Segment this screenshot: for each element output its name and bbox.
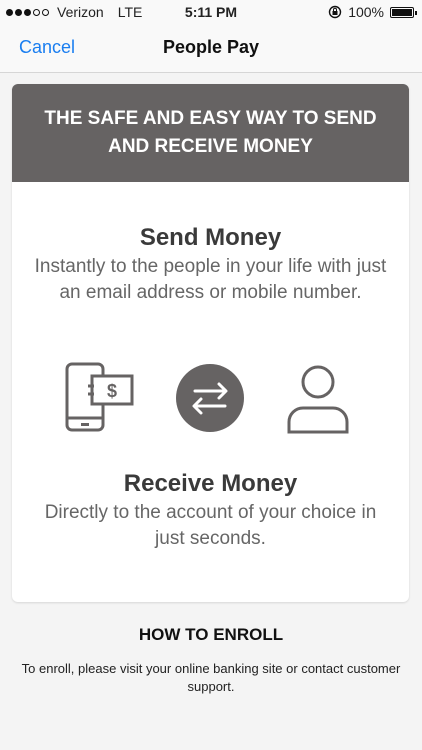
status-bar: Verizon LTE 5:11 PM 100% [0,0,422,24]
receive-money-description: Directly to the account of your choice i… [44,502,377,549]
status-right: 100% [328,4,417,20]
phone-money-icon: $ [65,362,134,432]
dollar-sign: $ [107,381,117,401]
feature-icons: $ [12,362,409,434]
person-icon [287,365,349,434]
how-to-enroll-heading: HOW TO ENROLL [138,625,284,644]
send-money-title: Send Money [139,224,282,251]
battery-percentage: 100% [348,4,384,20]
battery-fill [392,8,412,16]
enroll-instructions: To enroll, please visit your online bank… [21,661,401,694]
transfer-arrows-icon [176,364,244,432]
battery-tip [415,10,417,15]
page-title: People Pay [162,37,260,57]
rotation-lock-icon [328,5,342,19]
receive-money-title: Receive Money [123,470,298,497]
navigation-bar: Cancel People Pay [0,24,422,73]
info-card: THE SAFE AND EASY WAY TO SEND AND RECEIV… [12,84,409,602]
card-header: THE SAFE AND EASY WAY TO SEND AND RECEIV… [12,84,409,182]
send-money-description: Instantly to the people in your life wit… [34,256,387,303]
battery-icon [390,6,417,18]
